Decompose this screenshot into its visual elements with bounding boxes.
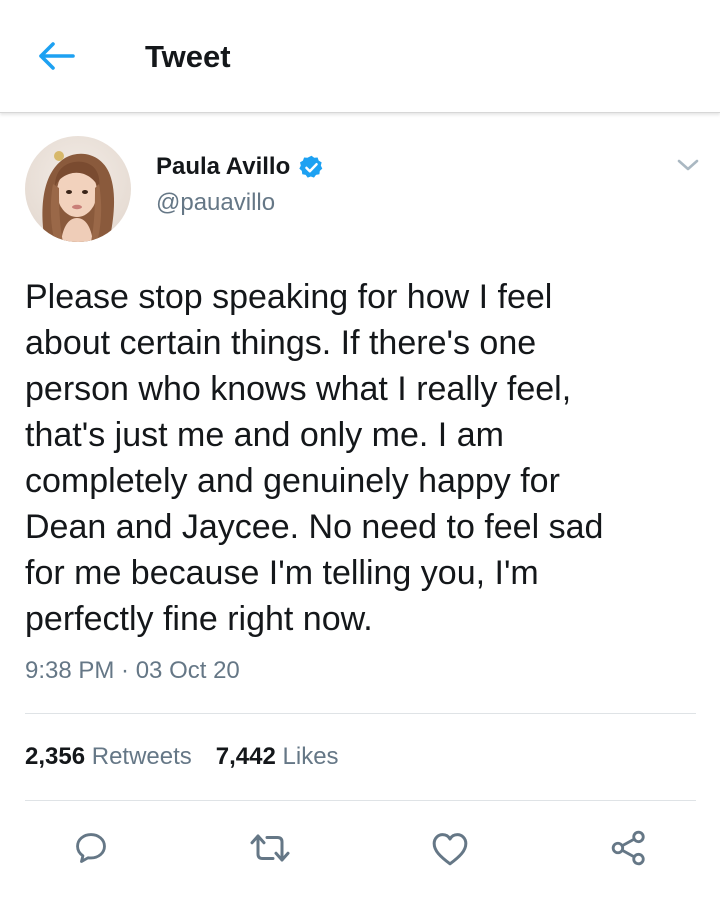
arrow-left-icon <box>39 42 75 70</box>
tweet-text: Please stop speaking for how I feel abou… <box>25 278 604 638</box>
retweet-icon <box>250 834 290 862</box>
retweet-button[interactable] <box>248 826 292 870</box>
share-button[interactable] <box>607 826 651 870</box>
author-name: Paula Avillo <box>156 153 291 180</box>
divider <box>25 800 696 801</box>
verified-badge-icon <box>298 154 325 181</box>
divider <box>25 713 696 714</box>
avatar[interactable] <box>25 136 131 242</box>
tweet-stats: 2,356 Retweets 7,442 Likes <box>25 741 339 773</box>
author-handle[interactable]: @pauavillo <box>156 188 275 218</box>
author-name-row[interactable]: Paula Avillo <box>156 152 325 182</box>
retweets-count: 2,356 <box>25 743 86 770</box>
like-button[interactable] <box>428 826 472 870</box>
retweets-stat[interactable]: 2,356 Retweets <box>25 741 192 773</box>
more-options-button[interactable] <box>673 150 703 180</box>
likes-stat[interactable]: 7,442 Likes <box>216 741 339 773</box>
likes-count: 7,442 <box>215 743 276 770</box>
share-icon <box>611 830 645 866</box>
tweet-timestamp[interactable]: 9:38 PM · 03 Oct 20 <box>25 655 240 687</box>
top-app-bar: Tweet <box>0 0 720 113</box>
page-title: Tweet <box>145 39 231 74</box>
likes-label: Likes <box>282 743 339 770</box>
reply-button[interactable] <box>69 826 113 870</box>
chevron-down-icon <box>677 159 699 171</box>
reply-icon <box>76 833 106 863</box>
retweets-label: Retweets <box>91 743 192 770</box>
back-button[interactable] <box>36 38 76 74</box>
like-icon <box>432 833 468 866</box>
tweet-actions-bar <box>0 820 720 876</box>
